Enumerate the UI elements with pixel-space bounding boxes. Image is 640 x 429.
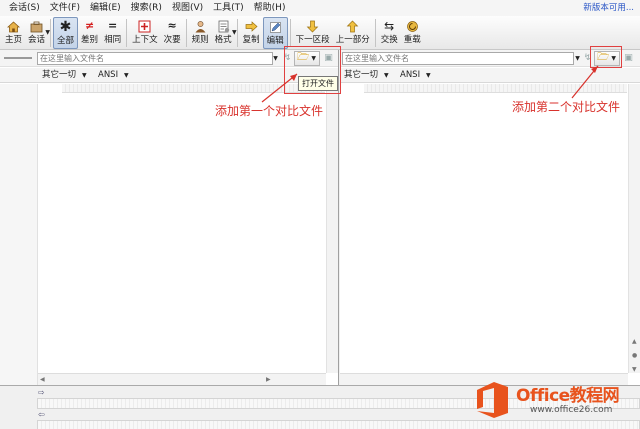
- right-annotation-text: 添加第二个对比文件: [512, 100, 621, 114]
- right-arrow-head: [591, 66, 598, 73]
- office-logo-icon: [477, 382, 508, 418]
- watermark-url: www.office26.com: [530, 405, 613, 415]
- watermark: Office教程网 www.office26.com: [472, 378, 640, 429]
- left-arrow-head: [290, 74, 297, 81]
- annotation-arrows: [261, 65, 599, 103]
- left-annotation-arrow: [261, 73, 298, 103]
- watermark-brand: Office教程网: [516, 386, 620, 406]
- left-annotation-text: 添加第一个对比文件: [215, 104, 324, 118]
